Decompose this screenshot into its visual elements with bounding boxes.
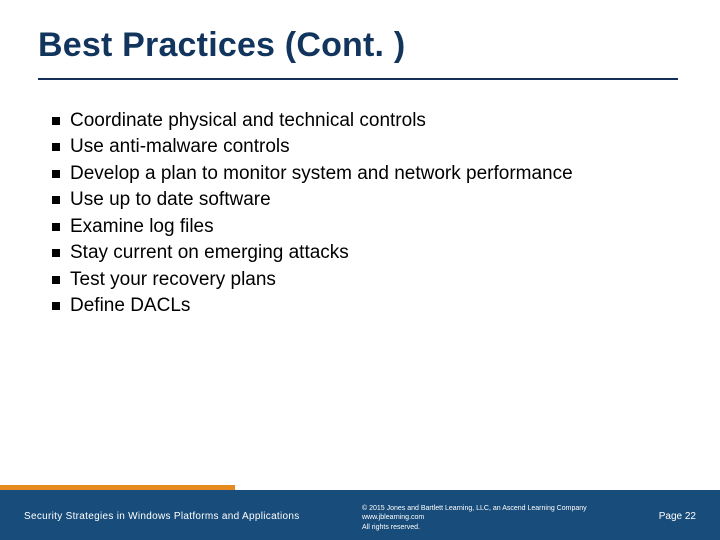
bullet-icon xyxy=(52,223,60,231)
bullet-list: Coordinate physical and technical contro… xyxy=(52,108,662,320)
list-item-text: Develop a plan to monitor system and net… xyxy=(70,161,662,186)
bullet-icon xyxy=(52,276,60,284)
footer-copyright-line: © 2015 Jones and Bartlett Learning, LLC,… xyxy=(362,504,612,513)
bullet-icon xyxy=(52,143,60,151)
footer-bar: Security Strategies in Windows Platforms… xyxy=(0,490,720,540)
list-item: Coordinate physical and technical contro… xyxy=(52,108,662,133)
footer-course-title: Security Strategies in Windows Platforms… xyxy=(24,511,300,522)
list-item: Use anti-malware controls xyxy=(52,134,662,159)
list-item-text: Use anti-malware controls xyxy=(70,134,662,159)
list-item: Stay current on emerging attacks xyxy=(52,240,662,265)
list-item: Define DACLs xyxy=(52,293,662,318)
slide: Best Practices (Cont. ) Coordinate physi… xyxy=(0,0,720,540)
bullet-icon xyxy=(52,302,60,310)
footer-copyright-line: www.jblearning.com xyxy=(362,513,612,522)
list-item: Test your recovery plans xyxy=(52,267,662,292)
title-underline xyxy=(38,78,678,80)
bullet-icon xyxy=(52,117,60,125)
bullet-icon xyxy=(52,170,60,178)
footer-copyright: © 2015 Jones and Bartlett Learning, LLC,… xyxy=(362,504,612,532)
list-item: Develop a plan to monitor system and net… xyxy=(52,161,662,186)
footer-copyright-line: All rights reserved. xyxy=(362,523,612,532)
list-item-text: Test your recovery plans xyxy=(70,267,662,292)
list-item: Examine log files xyxy=(52,214,662,239)
list-item: Use up to date software xyxy=(52,187,662,212)
list-item-text: Use up to date software xyxy=(70,187,662,212)
list-item-text: Examine log files xyxy=(70,214,662,239)
bullet-icon xyxy=(52,196,60,204)
page-number: Page 22 xyxy=(659,511,696,522)
slide-title: Best Practices (Cont. ) xyxy=(38,26,405,65)
list-item-text: Define DACLs xyxy=(70,293,662,318)
list-item-text: Stay current on emerging attacks xyxy=(70,240,662,265)
list-item-text: Coordinate physical and technical contro… xyxy=(70,108,662,133)
bullet-icon xyxy=(52,249,60,257)
